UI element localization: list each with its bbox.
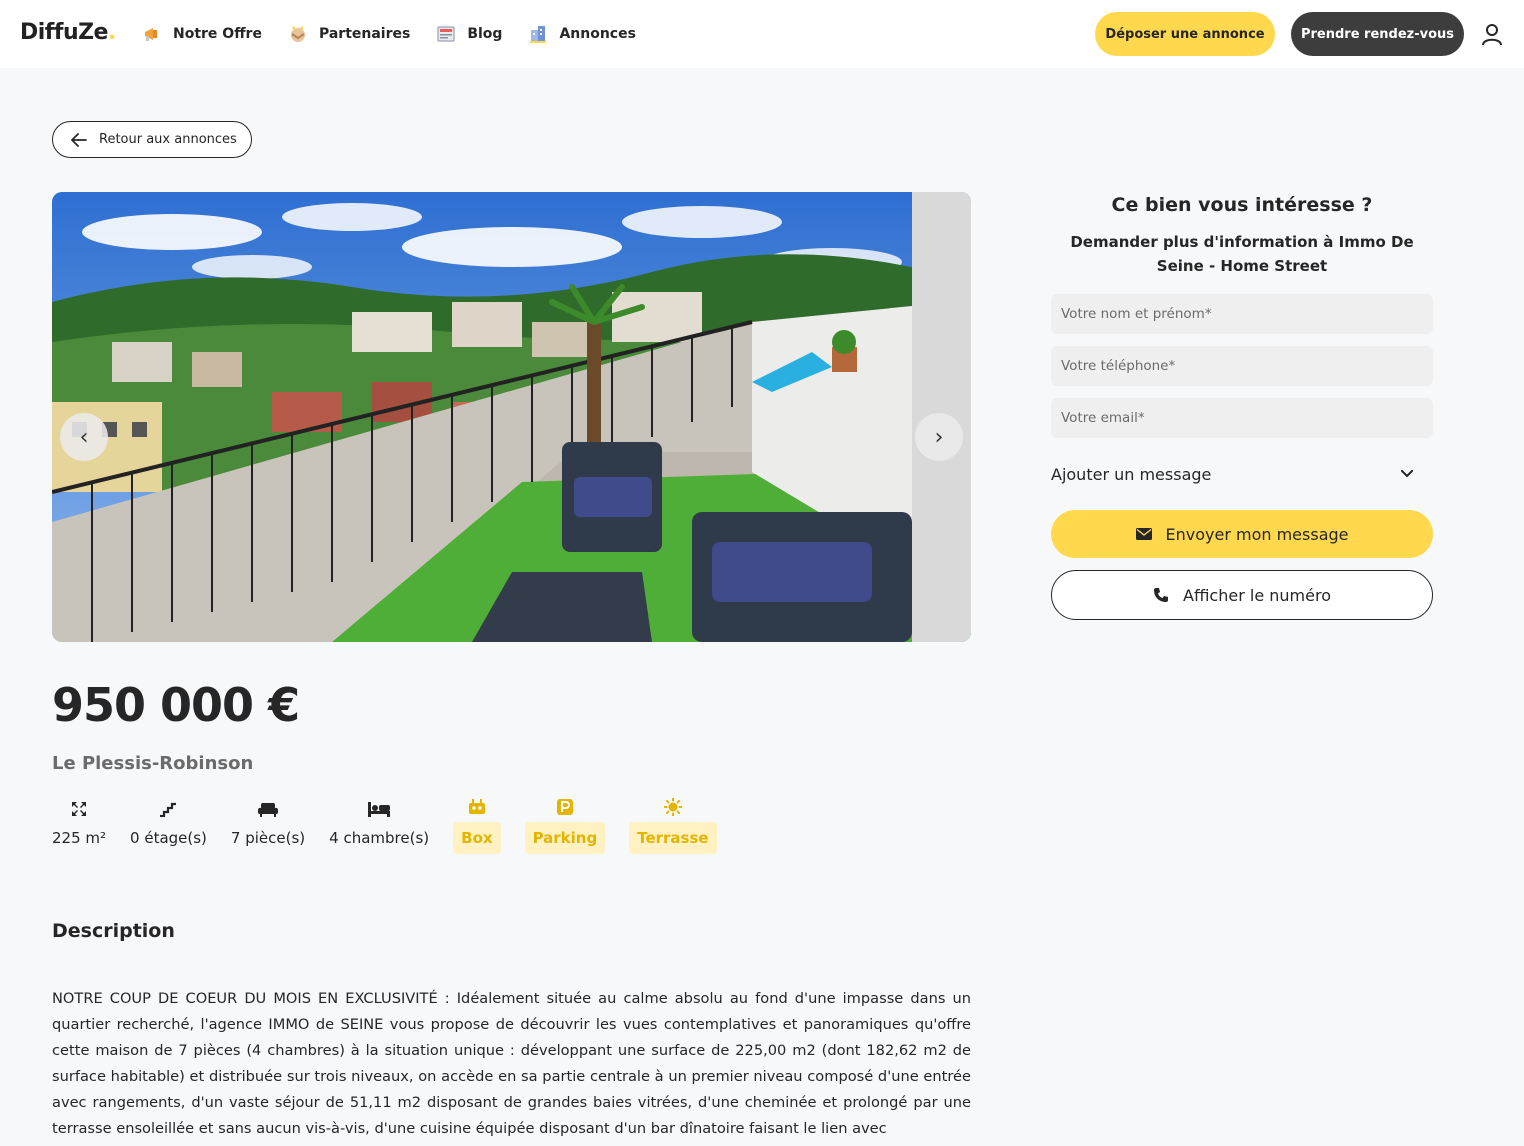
nav-partenaires[interactable]: Partenaires	[288, 22, 410, 46]
tag-label: Box	[453, 822, 501, 854]
gallery-next-button[interactable]: ›	[915, 413, 963, 461]
gallery-prev-button[interactable]: ‹	[60, 413, 108, 461]
logo[interactable]: DiffuZe.	[20, 20, 116, 45]
send-message-label: Envoyer mon message	[1165, 524, 1349, 544]
feature-label: 0 étage(s)	[130, 829, 207, 847]
envelope-icon	[1135, 528, 1152, 540]
post-listing-button[interactable]: Déposer une annonce	[1095, 12, 1275, 56]
feature-floors: 0 étage(s)	[130, 796, 207, 850]
robot-icon	[468, 796, 486, 818]
tag-box: Box	[453, 796, 501, 854]
expand-icon	[71, 796, 87, 822]
user-account-icon[interactable]	[1480, 22, 1504, 46]
feature-label: 4 chambre(s)	[329, 829, 430, 847]
show-number-label: Afficher le numéro	[1183, 585, 1331, 605]
chevron-left-icon: ‹	[79, 424, 89, 450]
tag-label: Parking	[524, 822, 606, 854]
nav-notre-offre[interactable]: Notre Offre	[142, 22, 262, 46]
email-field[interactable]	[1051, 398, 1433, 438]
arrow-left-icon	[71, 132, 87, 147]
main-nav: Notre Offre Partenaires Blog Annonces	[142, 22, 662, 46]
handshake-icon	[288, 24, 308, 44]
feature-label: 7 pièce(s)	[230, 829, 306, 847]
phone-icon	[1154, 588, 1169, 602]
sun-icon	[663, 796, 682, 818]
megaphone-icon	[142, 24, 162, 44]
tag-terrasse: Terrasse	[629, 796, 717, 854]
add-message-label: Ajouter un message	[1051, 464, 1212, 484]
feature-surface: 225 m²	[52, 796, 106, 850]
couch-icon	[258, 796, 279, 822]
newspaper-icon	[436, 24, 456, 44]
name-field[interactable]	[1051, 294, 1433, 334]
send-message-button[interactable]: Envoyer mon message	[1051, 510, 1433, 558]
listing-photo	[52, 192, 971, 642]
listing-location: Le Plessis-Robinson	[52, 753, 254, 774]
feature-label: 225 m²	[52, 829, 107, 847]
phone-field[interactable]	[1051, 346, 1433, 386]
feature-bedrooms: 4 chambre(s)	[329, 796, 429, 850]
tag-label: Terrasse	[629, 822, 717, 854]
feature-rooms: 7 pièce(s)	[231, 796, 305, 850]
listing-features: 225 m² 0 étage(s) 7 pièce(s) 4 chambre(s…	[52, 796, 741, 854]
nav-annonces[interactable]: Annonces	[528, 22, 636, 46]
photo-gallery[interactable]: ‹ ›	[52, 192, 971, 642]
contact-subtitle: Demander plus d'information à Immo De Se…	[1070, 233, 1414, 275]
back-label: Retour aux annonces	[99, 132, 237, 147]
tag-parking: Parking	[524, 796, 606, 854]
stairs-icon	[159, 796, 177, 822]
description-text: NOTRE COUP DE COEUR DU MOIS EN EXCLUSIVI…	[52, 990, 971, 1137]
contact-title: Ce bien vous intéresse ?	[1111, 194, 1373, 216]
bed-icon	[368, 796, 391, 822]
contact-form: Ce bien vous intéresse ? Demander plus d…	[1051, 192, 1433, 620]
show-number-button[interactable]: Afficher le numéro	[1051, 570, 1433, 620]
chevron-right-icon: ›	[934, 424, 944, 450]
listing-price: 950 000 €	[52, 678, 300, 732]
chevron-down-icon	[1401, 470, 1413, 478]
parking-icon	[556, 796, 573, 818]
back-to-listings-button[interactable]: Retour aux annonces	[52, 121, 252, 158]
nav-blog[interactable]: Blog	[436, 22, 502, 46]
add-message-toggle[interactable]: Ajouter un message	[1051, 462, 1433, 486]
top-header: DiffuZe. Notre Offre Partenaires Blog An…	[0, 0, 1524, 68]
book-appointment-button[interactable]: Prendre rendez-vous	[1291, 12, 1464, 56]
building-icon	[528, 24, 548, 44]
description-title: Description	[52, 920, 175, 942]
